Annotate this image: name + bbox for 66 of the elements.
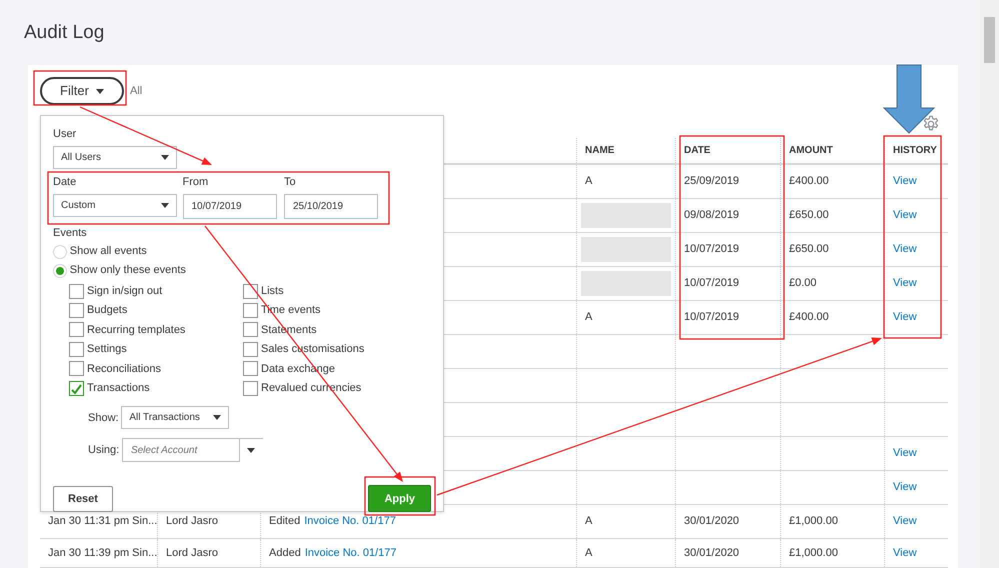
table-cell-text: 30/01/2020 [684, 546, 740, 561]
table-cell-text: A [585, 310, 592, 326]
table-cell-text: 30/01/2020 [684, 514, 740, 530]
checkbox-label: Sign in/sign out [87, 284, 162, 299]
view-link[interactable]: View [893, 545, 917, 562]
column-header: HISTORY [893, 144, 937, 158]
filter-summary: All [130, 84, 142, 99]
table-cell-text: £1,000.00 [789, 546, 838, 561]
view-link[interactable]: View [893, 309, 917, 326]
invoice-link[interactable]: Invoice No. 01/177 [304, 513, 396, 530]
table-cell-text: A [585, 546, 592, 561]
table-cell-text: 10/07/2019 [684, 276, 740, 292]
view-link[interactable]: View [893, 207, 917, 224]
view-link[interactable]: View [893, 479, 917, 496]
table-cell-text: 10/07/2019 [684, 310, 740, 326]
table-cell-text: Lord Jasro [166, 514, 218, 530]
table-cell-text: Jan 30 11:31 pm Sin... [48, 514, 157, 530]
checkbox-label: Budgets [87, 303, 128, 318]
table-cell-text: 10/07/2019 [684, 242, 740, 258]
field-label: From [182, 176, 208, 188]
radio-label: Show only these events [70, 263, 186, 278]
view-link[interactable]: View [893, 445, 917, 462]
checkbox-label: Lists [261, 284, 284, 299]
checkbox-label: Settings [87, 342, 127, 358]
invoice-link[interactable]: Invoice No. 01/177 [304, 545, 397, 562]
radio-label: Show all events [70, 244, 147, 260]
date-input[interactable]: 10/07/2019 [182, 194, 276, 218]
field-label: Using: [88, 443, 120, 458]
table-cell-text: Edited [269, 514, 300, 530]
apply-button[interactable]: Apply [368, 485, 431, 512]
view-link[interactable]: View [893, 241, 917, 258]
checkbox-label: Recurring templates [87, 322, 186, 338]
table-cell-text: £400.00 [789, 174, 829, 190]
table-cell-text: £650.00 [789, 242, 829, 258]
field-label: Date [53, 176, 76, 188]
date-input[interactable]: 25/10/2019 [284, 194, 378, 218]
checkbox-label: Reconciliations [87, 362, 161, 377]
view-link[interactable]: View [893, 513, 917, 530]
table-cell-text: Added [269, 546, 301, 561]
field-label: User [53, 128, 76, 140]
table-cell-text: Jan 30 11:39 pm Sin... [48, 546, 157, 561]
table-cell-text: A [585, 174, 592, 190]
show-dropdown[interactable]: All Transactions [121, 406, 230, 430]
field-label: Events [53, 226, 87, 238]
page-title: Audit Log [24, 22, 104, 45]
view-link[interactable]: View [893, 173, 917, 190]
view-link[interactable]: View [893, 275, 917, 292]
table-cell-text: A [585, 514, 592, 530]
user-dropdown[interactable]: All Users [53, 146, 177, 168]
field-label: Show: [88, 410, 119, 426]
table-cell-text: 25/09/2019 [684, 174, 740, 190]
account-field[interactable]: Select Account [122, 438, 240, 462]
reset-button[interactable]: Reset [53, 486, 113, 512]
table-cell-text: 09/08/2019 [684, 208, 740, 224]
table-cell-text: £0.00 [789, 276, 817, 292]
field-label: To [284, 176, 296, 188]
table-cell-text: Lord Jasro [166, 546, 218, 561]
column-header: DATE [684, 144, 710, 158]
filter-button[interactable]: Filter [40, 77, 124, 105]
table-cell-text: £1,000.00 [789, 514, 838, 530]
table-cell-text: £400.00 [789, 310, 829, 326]
checkbox-label: Transactions [87, 380, 150, 396]
table-cell-text: £650.00 [789, 208, 829, 224]
column-header: AMOUNT [789, 144, 833, 158]
date-dropdown[interactable]: Custom [53, 194, 177, 216]
column-header: NAME [585, 144, 614, 158]
